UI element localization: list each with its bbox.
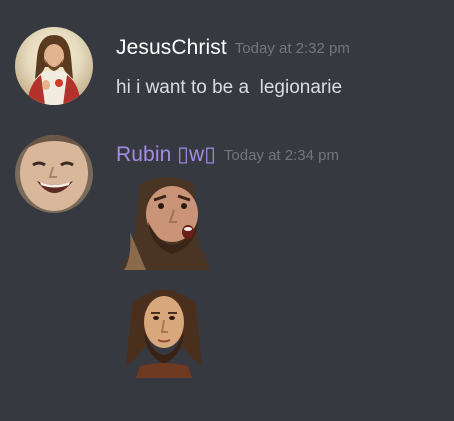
- timestamp: Today at 2:34 pm: [223, 147, 339, 164]
- message-jesuschrist: JesusChrist Today at 2:32 pm hi i want to…: [0, 0, 454, 120]
- username-rubin[interactable]: Rubin ▯w▯: [116, 143, 216, 166]
- avatar-jesuschrist[interactable]: [15, 27, 93, 105]
- message-rubin: Rubin ▯w▯ Today at 2:34 pm: [0, 120, 454, 410]
- timestamp: Today at 2:32 pm: [234, 40, 350, 57]
- message-text: hi i want to be a legionarie: [116, 77, 343, 98]
- message-header: JesusChrist Today at 2:32 pm: [116, 36, 350, 60]
- jesus-face-icon: [126, 290, 202, 378]
- jesus-face-emote[interactable]: [122, 280, 206, 378]
- laughing-face-icon: [15, 135, 93, 213]
- jesus-portrait-icon: [15, 27, 93, 105]
- shocked-bearded-man-emote[interactable]: [120, 172, 212, 270]
- chat-messages: JesusChrist Today at 2:32 pm hi i want to…: [0, 0, 454, 421]
- username-jesuschrist[interactable]: JesusChrist: [116, 36, 227, 59]
- message-header: Rubin ▯w▯ Today at 2:34 pm: [116, 142, 339, 167]
- shocked-bearded-man-icon: [122, 177, 210, 270]
- avatar-rubin[interactable]: [15, 135, 93, 213]
